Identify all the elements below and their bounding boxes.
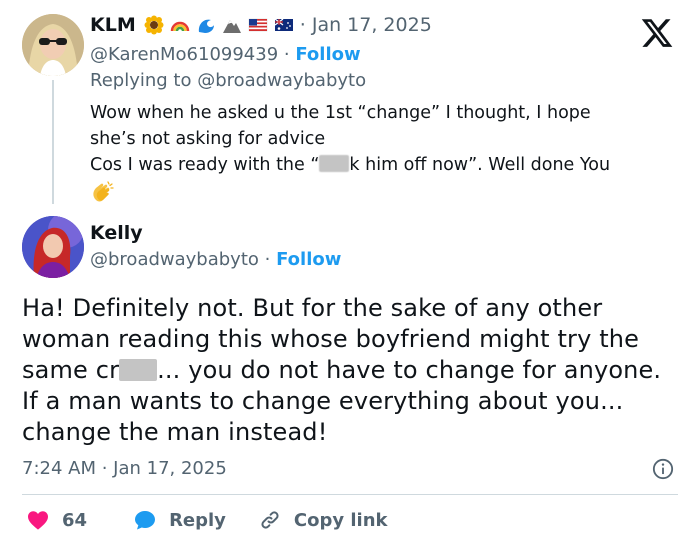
link-icon xyxy=(261,511,279,529)
australia-flag-icon xyxy=(274,18,293,31)
timestamp[interactable]: 7:24 AM · Jan 17, 2025 xyxy=(22,458,227,479)
parent-text-line: she’s not asking for advice xyxy=(90,129,326,149)
follow-button[interactable]: Follow xyxy=(276,249,341,270)
clapping-hands-icon xyxy=(93,181,114,202)
follow-button[interactable]: Follow xyxy=(295,44,360,65)
like-button[interactable]: 64 xyxy=(26,508,87,532)
censored-blur xyxy=(119,359,158,381)
like-count: 64 xyxy=(62,509,88,531)
name-emojis xyxy=(144,15,294,35)
x-logo-icon[interactable] xyxy=(640,16,674,50)
divider xyxy=(22,494,678,495)
heart-icon xyxy=(28,511,48,530)
post-date[interactable]: Jan 17, 2025 xyxy=(312,14,432,36)
censored-blur xyxy=(319,155,350,172)
display-name[interactable]: Kelly xyxy=(90,222,143,244)
mountain-icon xyxy=(222,20,241,33)
reply-bubble-icon xyxy=(135,511,156,530)
tweet-text: Ha! Definitely not. But for the sake of … xyxy=(22,294,662,446)
reply-handle-row: @broadwaybabyto · Follow xyxy=(90,249,342,270)
wave-icon xyxy=(198,19,214,33)
avatar[interactable] xyxy=(22,216,84,278)
parent-handle-row: @KarenMo61099439 · Follow xyxy=(90,44,361,65)
parent-text-line: Wow when he asked u the 1st “change” I t… xyxy=(90,103,591,123)
reply-label: Reply xyxy=(169,509,226,531)
parent-text-line: Cos I was ready with the “k him off now”… xyxy=(90,155,611,175)
reply-button[interactable]: Reply xyxy=(133,508,226,532)
handle[interactable]: @KarenMo61099439 xyxy=(90,44,278,65)
action-bar: 64 Reply Copy link xyxy=(26,508,388,532)
parent-tweet-text: Wow when he asked u the 1st “change” I t… xyxy=(90,100,670,204)
info-icon[interactable] xyxy=(652,458,674,480)
reply-name-row: Kelly xyxy=(90,222,143,244)
replying-to[interactable]: Replying to @broadwaybabyto xyxy=(90,70,366,91)
parent-name-row: KLM · Jan 17, 2025 xyxy=(90,14,432,36)
us-flag-icon xyxy=(248,18,267,32)
thread-line xyxy=(52,80,54,204)
avatar[interactable] xyxy=(22,14,84,76)
handle[interactable]: @broadwaybabyto xyxy=(90,249,259,270)
copy-link-label: Copy link xyxy=(293,509,388,531)
rainbow-icon xyxy=(170,21,189,32)
display-name[interactable]: KLM xyxy=(90,14,136,36)
sunflower-icon xyxy=(144,15,164,35)
copy-link-button[interactable]: Copy link xyxy=(258,508,388,532)
